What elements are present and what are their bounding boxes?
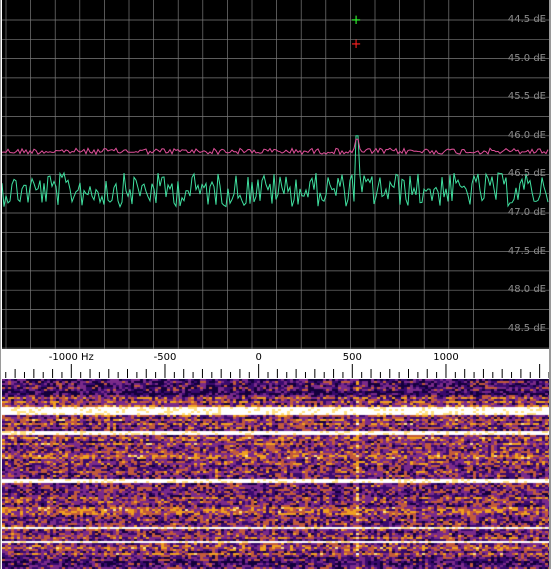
db-axis-label: 46.5 dE (507, 168, 546, 180)
spectrum-plot: ++ (2, 0, 549, 349)
waterfall-canvas (2, 379, 549, 569)
waterfall-display[interactable] (2, 379, 549, 569)
db-axis-label: 45.0 dE (507, 52, 546, 64)
db-axis-label: 44.5 dE (507, 14, 546, 25)
db-axis-label: 47.0 dE (507, 207, 546, 218)
frequency-scale[interactable]: -1000 Hz -500 0 500 1000 (2, 350, 549, 378)
peak-marker-average: + (351, 37, 362, 52)
current-spectrum-trace (2, 135, 549, 209)
spectrum-display[interactable]: + + 44.5 dE 45.0 dE 45.5 dE 46.0 dE 46.5 dE 47… (2, 0, 549, 349)
spectrum-app-window: + + 44.5 dE 45.0 dE 45.5 dE 46.0 dE 46.5 dE 47… (0, 0, 551, 569)
db-axis-label: 48.5 dE (507, 322, 546, 334)
db-axis-label: 47.5 dE (507, 245, 546, 257)
db-axis-label: 45.5 dE (507, 91, 546, 103)
peak-marker-current: + (351, 13, 362, 28)
db-axis-label: 46.0 dE (507, 129, 546, 141)
frequency-ticks (5, 364, 549, 378)
db-axis-label: 48.0 dE (507, 284, 546, 296)
average-spectrum-trace (2, 138, 549, 156)
